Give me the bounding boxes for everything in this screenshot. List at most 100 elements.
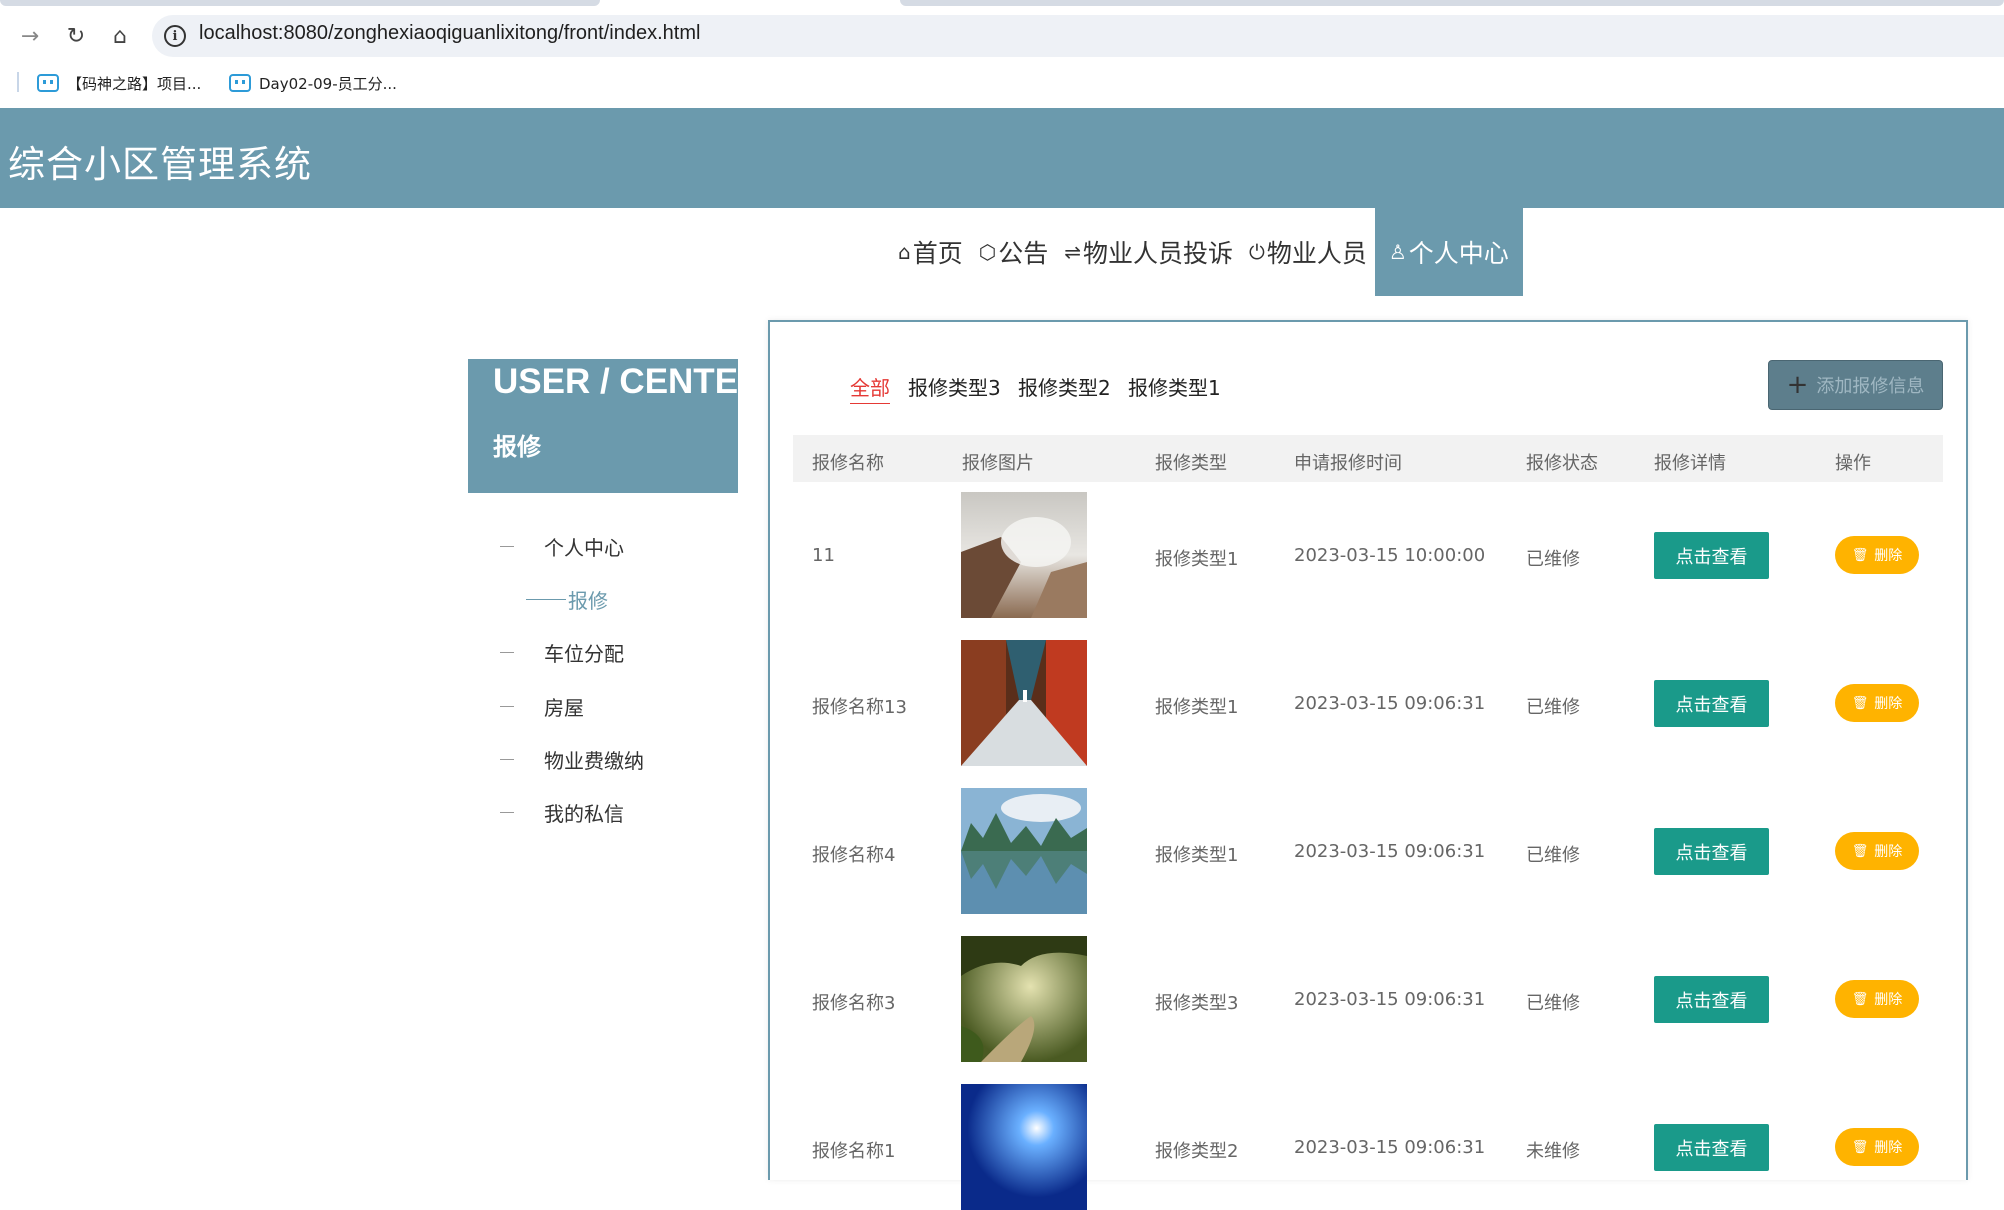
view-detail-button[interactable]: 点击查看 — [1654, 828, 1769, 875]
column-header: 报修名称 — [812, 453, 884, 474]
filter-type3[interactable]: 报修类型3 — [908, 372, 1001, 401]
nav-label: 物业人员投诉 — [1082, 239, 1233, 268]
repair-status: 未维修 — [1526, 1141, 1580, 1162]
user-icon: ♙ — [1388, 240, 1407, 264]
repair-time: 2023-03-15 09:06:31 — [1294, 841, 1486, 862]
nav-label: 首页 — [912, 239, 963, 268]
delete-button[interactable]: 🗑 删除 — [1835, 832, 1919, 870]
column-header: 申请报修时间 — [1294, 453, 1402, 474]
repair-image[interactable] — [961, 788, 1087, 914]
column-header: 报修状态 — [1526, 453, 1598, 474]
dash-marker — [500, 652, 514, 653]
back-arrow-icon[interactable]: → — [14, 20, 46, 52]
dash-marker — [500, 546, 514, 547]
delete-label: 删除 — [1874, 548, 1903, 564]
browser-tab[interactable] — [0, 0, 600, 6]
filter-all[interactable]: 全部 — [850, 372, 890, 404]
filter-type2[interactable]: 报修类型2 — [1018, 372, 1111, 401]
sidebar-item-profile[interactable]: 个人中心 — [500, 532, 624, 561]
sliders-icon: ⇌ — [1064, 240, 1081, 264]
bookmark-label: 【码神之路】项目... — [67, 74, 202, 93]
view-detail-button[interactable]: 点击查看 — [1654, 532, 1769, 579]
dash-marker — [500, 812, 514, 813]
sidebar-item-label: 物业费缴纳 — [544, 749, 644, 773]
nav-home[interactable]: ⌂ 首页 — [890, 208, 971, 296]
trash-icon: 🗑 — [1851, 843, 1869, 859]
delete-button[interactable]: 🗑 删除 — [1835, 980, 1919, 1018]
bookmark-item[interactable]: 【码神之路】项目... — [37, 70, 201, 96]
repair-name: 报修名称4 — [812, 845, 896, 866]
nav-label: 个人中心 — [1408, 239, 1509, 268]
trash-icon: 🗑 — [1851, 1139, 1869, 1155]
column-header: 报修类型 — [1155, 453, 1227, 474]
repair-image[interactable] — [961, 640, 1087, 766]
url-text[interactable]: localhost:8080/zonghexiaoqiguanlixitong/… — [199, 22, 700, 45]
add-repair-label: 添加报修信息 — [1816, 376, 1925, 397]
home-icon: ⌂ — [898, 240, 911, 264]
sidebar-item-label: 个人中心 — [544, 536, 624, 560]
column-header: 操作 — [1835, 453, 1871, 474]
delete-label: 删除 — [1874, 696, 1903, 712]
sidebar-item-repair[interactable]: 报修 — [526, 585, 608, 614]
delete-button[interactable]: 🗑 删除 — [1835, 684, 1919, 722]
bookmark-item[interactable]: Day02-09-员工分... — [229, 70, 397, 96]
delete-label: 删除 — [1874, 992, 1903, 1008]
user-center-subtitle: 报修 — [493, 433, 541, 461]
repair-type: 报修类型1 — [1155, 697, 1239, 718]
repair-time: 2023-03-15 10:00:00 — [1294, 545, 1486, 566]
view-detail-button[interactable]: 点击查看 — [1654, 1124, 1769, 1171]
view-detail-button[interactable]: 点击查看 — [1654, 680, 1769, 727]
repair-status: 已维修 — [1526, 549, 1580, 570]
repair-type: 报修类型1 — [1155, 845, 1239, 866]
sidebar-item-label: 我的私信 — [544, 802, 624, 826]
top-nav: ⌂ 首页 ⬡ 公告 ⇌ 物业人员投诉 ⏻ 物业人员 ♙ 个人中心 — [890, 208, 1523, 296]
column-header: 报修图片 — [962, 453, 1034, 474]
nav-complaint[interactable]: ⇌ 物业人员投诉 — [1056, 208, 1241, 296]
trash-icon: 🗑 — [1851, 991, 1869, 1007]
browser-tab[interactable] — [900, 0, 2004, 6]
repair-time: 2023-03-15 09:06:31 — [1294, 989, 1486, 1010]
repair-status: 已维修 — [1526, 845, 1580, 866]
bookmark-separator — [17, 72, 19, 92]
sidebar-item-label: 报修 — [568, 589, 608, 613]
view-detail-button[interactable]: 点击查看 — [1654, 976, 1769, 1023]
repair-name: 报修名称13 — [812, 697, 907, 718]
power-icon: ⏻ — [1248, 240, 1265, 264]
sidebar-item-label: 房屋 — [544, 696, 584, 720]
delete-label: 删除 — [1874, 1140, 1903, 1156]
dash-marker — [500, 706, 514, 707]
sidebar-item-label: 车位分配 — [544, 642, 624, 666]
repair-image[interactable] — [961, 1084, 1087, 1210]
repair-status: 已维修 — [1526, 697, 1580, 718]
repair-type: 报修类型1 — [1155, 549, 1239, 570]
nav-label: 公告 — [998, 239, 1049, 268]
bilibili-icon — [37, 74, 59, 92]
dash-marker — [500, 759, 514, 760]
site-title: 综合小区管理系统 — [8, 143, 312, 186]
repair-image[interactable] — [961, 492, 1087, 618]
repair-time: 2023-03-15 09:06:31 — [1294, 693, 1486, 714]
repair-image[interactable] — [961, 936, 1087, 1062]
dash-marker — [526, 599, 566, 600]
delete-button[interactable]: 🗑 删除 — [1835, 1128, 1919, 1166]
repair-name: 报修名称3 — [812, 993, 896, 1014]
sidebar-item-fee[interactable]: 物业费缴纳 — [500, 745, 644, 774]
filter-type1[interactable]: 报修类型1 — [1128, 372, 1221, 401]
reload-icon[interactable]: ↻ — [60, 20, 92, 52]
add-repair-button[interactable]: + 添加报修信息 — [1768, 360, 1943, 410]
nav-notice[interactable]: ⬡ 公告 — [971, 208, 1056, 296]
delete-label: 删除 — [1874, 844, 1903, 860]
bookmark-label: Day02-09-员工分... — [259, 74, 397, 93]
site-info-icon[interactable]: i — [164, 25, 186, 47]
sidebar-item-parking[interactable]: 车位分配 — [500, 638, 624, 667]
nav-user-center[interactable]: ♙ 个人中心 — [1374, 208, 1523, 296]
delete-button[interactable]: 🗑 删除 — [1835, 536, 1919, 574]
plus-icon: + — [1786, 370, 1809, 400]
sidebar-item-house[interactable]: 房屋 — [500, 692, 584, 721]
user-center-title: USER / CENTER — [493, 362, 764, 401]
trash-icon: 🗑 — [1851, 695, 1869, 711]
sidebar-item-messages[interactable]: 我的私信 — [500, 798, 624, 827]
home-icon[interactable]: ⌂ — [104, 20, 136, 52]
repair-time: 2023-03-15 09:06:31 — [1294, 1137, 1486, 1158]
nav-staff[interactable]: ⏻ 物业人员 — [1241, 208, 1375, 296]
